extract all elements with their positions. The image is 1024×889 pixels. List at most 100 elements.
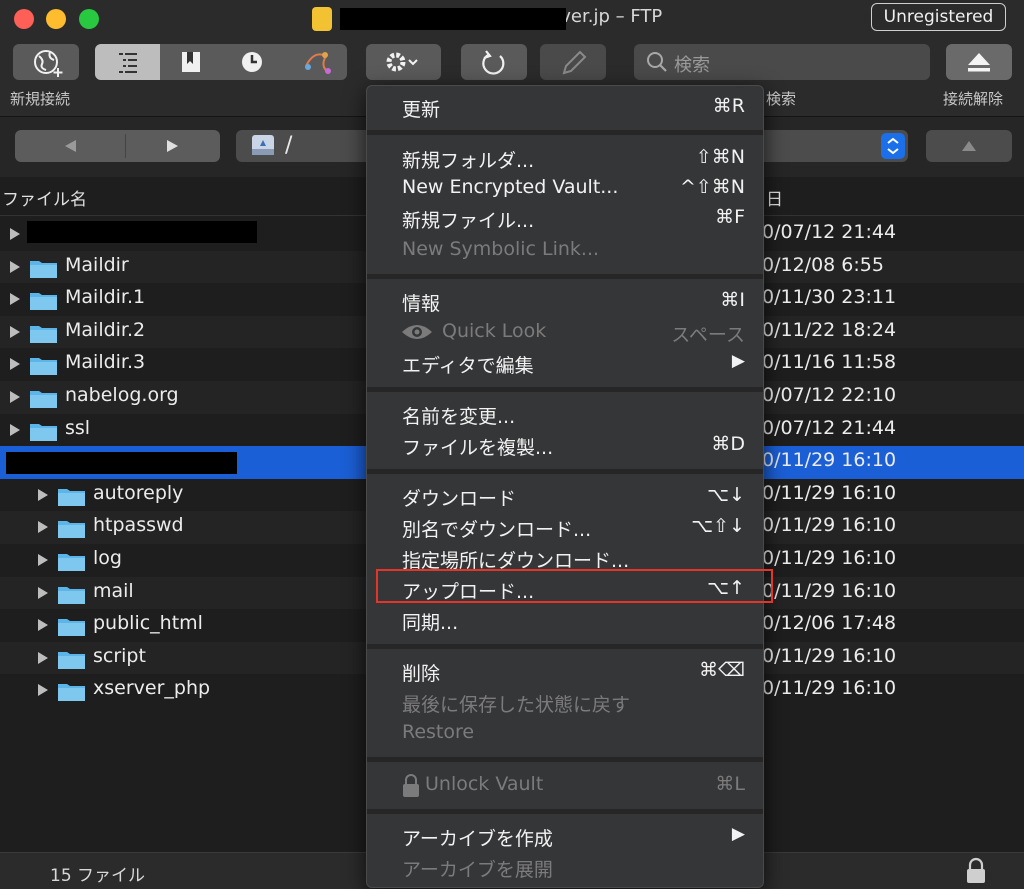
navigation-segmented-control	[15, 130, 220, 162]
file-date: 0/11/29 16:10	[762, 644, 897, 667]
disclosure-triangle-icon[interactable]	[10, 293, 20, 306]
globe-plus-icon	[34, 50, 63, 77]
filename-column-header[interactable]: ファイル名	[2, 185, 87, 210]
folder-icon	[30, 423, 57, 441]
back-arrow-icon	[65, 140, 76, 152]
parent-directory-button[interactable]	[926, 130, 1012, 162]
unregistered-badge[interactable]: Unregistered	[871, 3, 1006, 31]
disclosure-triangle-icon[interactable]	[38, 521, 48, 534]
disclosure-triangle-icon[interactable]	[38, 586, 48, 599]
file-name: Maildir.1	[65, 286, 146, 309]
date-column-header[interactable]: 日	[766, 185, 783, 210]
action-menu: 更新 ⌘R 新規フォルダ... ⇧⌘N New Encrypted Vault.…	[366, 85, 764, 888]
pencil-icon	[562, 50, 587, 75]
folder-icon	[58, 488, 85, 506]
file-date: 0/11/22 18:24	[762, 318, 897, 341]
bookmark-icon	[182, 52, 200, 72]
forward-arrow-icon	[167, 140, 178, 152]
file-name: autoreply	[93, 481, 184, 504]
menu-item-info[interactable]: 情報 ⌘I	[367, 286, 763, 317]
disclosure-triangle-icon[interactable]	[38, 651, 48, 664]
menu-item-rename[interactable]: 名前を変更...	[367, 399, 763, 430]
folder-icon	[30, 391, 57, 408]
history-button[interactable]	[222, 44, 283, 80]
edit-button[interactable]	[540, 44, 606, 80]
disclosure-triangle-icon[interactable]	[10, 423, 20, 436]
browser-view-button[interactable]	[95, 44, 160, 80]
disk-icon	[252, 135, 274, 155]
disclosure-triangle-icon[interactable]	[38, 684, 48, 697]
menu-item-create-archive[interactable]: アーカイブを作成 ▶	[367, 821, 763, 852]
menu-item-synchronize[interactable]: 同期...	[367, 605, 763, 636]
file-date: 0/07/12 22:10	[762, 384, 897, 406]
file-date: 0/11/29 16:10	[762, 579, 897, 602]
folder-icon	[30, 260, 57, 278]
bookmarks-button[interactable]	[161, 44, 222, 80]
file-name: xserver_php	[93, 677, 211, 700]
disclosure-triangle-icon[interactable]	[10, 391, 20, 403]
eye-icon	[402, 325, 432, 339]
bonjour-icon	[305, 52, 331, 74]
path-popup-stepper[interactable]	[881, 133, 905, 159]
disclosure-triangle-icon[interactable]	[10, 228, 20, 240]
menu-item-new-folder[interactable]: 新規フォルダ... ⇧⌘N	[367, 143, 763, 174]
menu-item-restore: Restore	[402, 721, 475, 743]
menu-item-duplicate[interactable]: ファイルを複製... ⌘D	[367, 430, 763, 461]
bonjour-button[interactable]	[284, 44, 347, 80]
submenu-arrow-icon: ▶	[731, 824, 745, 844]
menu-item-new-file[interactable]: 新規ファイル... ⌘F	[367, 203, 763, 234]
file-date: 0/07/12 21:44	[762, 221, 897, 243]
file-date: 0/12/06 17:48	[762, 612, 897, 635]
folder-icon	[58, 521, 85, 539]
folder-icon	[58, 651, 85, 669]
refresh-button[interactable]	[461, 44, 527, 80]
disclosure-triangle-icon[interactable]	[38, 619, 48, 632]
menu-item-download[interactable]: ダウンロード ⌥↓	[367, 481, 763, 512]
disclosure-triangle-icon[interactable]	[10, 358, 20, 371]
new-connection-label: 新規接続	[10, 90, 71, 108]
folder-icon	[30, 325, 57, 343]
menu-item-delete[interactable]: 削除 ⌘⌫	[367, 656, 763, 687]
menu-item-download-as[interactable]: 別名でダウンロード... ⌥⇧↓	[367, 512, 763, 543]
menu-item-unlock-vault: Unlock Vault ⌘L	[367, 770, 763, 801]
disconnect-label: 接続解除	[943, 90, 1004, 108]
forward-button[interactable]	[126, 130, 220, 162]
folder-icon	[58, 554, 85, 571]
disclosure-triangle-icon[interactable]	[38, 488, 48, 501]
submenu-arrow-icon: ▶	[731, 351, 745, 371]
back-button[interactable]	[15, 130, 125, 162]
file-name: mail	[93, 579, 134, 602]
gear-chevron-icon	[386, 52, 418, 72]
menu-item-new-symbolic-link: New Symbolic Link...	[402, 238, 600, 260]
file-date: 0/11/29 16:10	[762, 481, 897, 504]
eject-icon	[968, 53, 990, 72]
file-name: public_html	[93, 612, 203, 635]
folder-icon	[58, 586, 85, 604]
chevron-updown-icon	[887, 137, 899, 155]
file-date: 0/11/29 16:10	[762, 547, 897, 569]
file-name: log	[93, 547, 122, 569]
disclosure-triangle-icon[interactable]	[38, 554, 48, 566]
menu-item-new-encrypted-vault[interactable]: New Encrypted Vault... ^⇧⌘N	[367, 173, 763, 204]
up-arrow-icon	[962, 141, 976, 151]
menu-item-refresh[interactable]: 更新 ⌘R	[367, 92, 763, 123]
file-name: nabelog.org	[65, 384, 179, 406]
action-menu-button[interactable]	[366, 44, 441, 80]
upload-highlight-box	[376, 569, 773, 603]
clock-icon	[242, 52, 262, 72]
menu-item-edit-with[interactable]: エディタで編集 ▶	[367, 348, 763, 379]
disconnect-button[interactable]	[946, 44, 1012, 80]
lock-icon	[967, 857, 985, 883]
lock-icon	[403, 774, 419, 797]
disclosure-triangle-icon[interactable]	[10, 260, 20, 273]
new-connection-button[interactable]	[13, 44, 79, 80]
menu-item-quick-look: Quick Look スペース	[367, 317, 763, 348]
menu-separator	[367, 644, 763, 649]
file-date: 0/11/29 16:10	[762, 449, 897, 472]
disclosure-triangle-icon[interactable]	[10, 325, 20, 338]
menu-separator	[367, 809, 763, 814]
file-name: Maildir.3	[65, 351, 146, 374]
outline-list-icon	[119, 53, 137, 73]
menu-separator	[367, 274, 763, 279]
file-name: Maildir.2	[65, 318, 146, 341]
